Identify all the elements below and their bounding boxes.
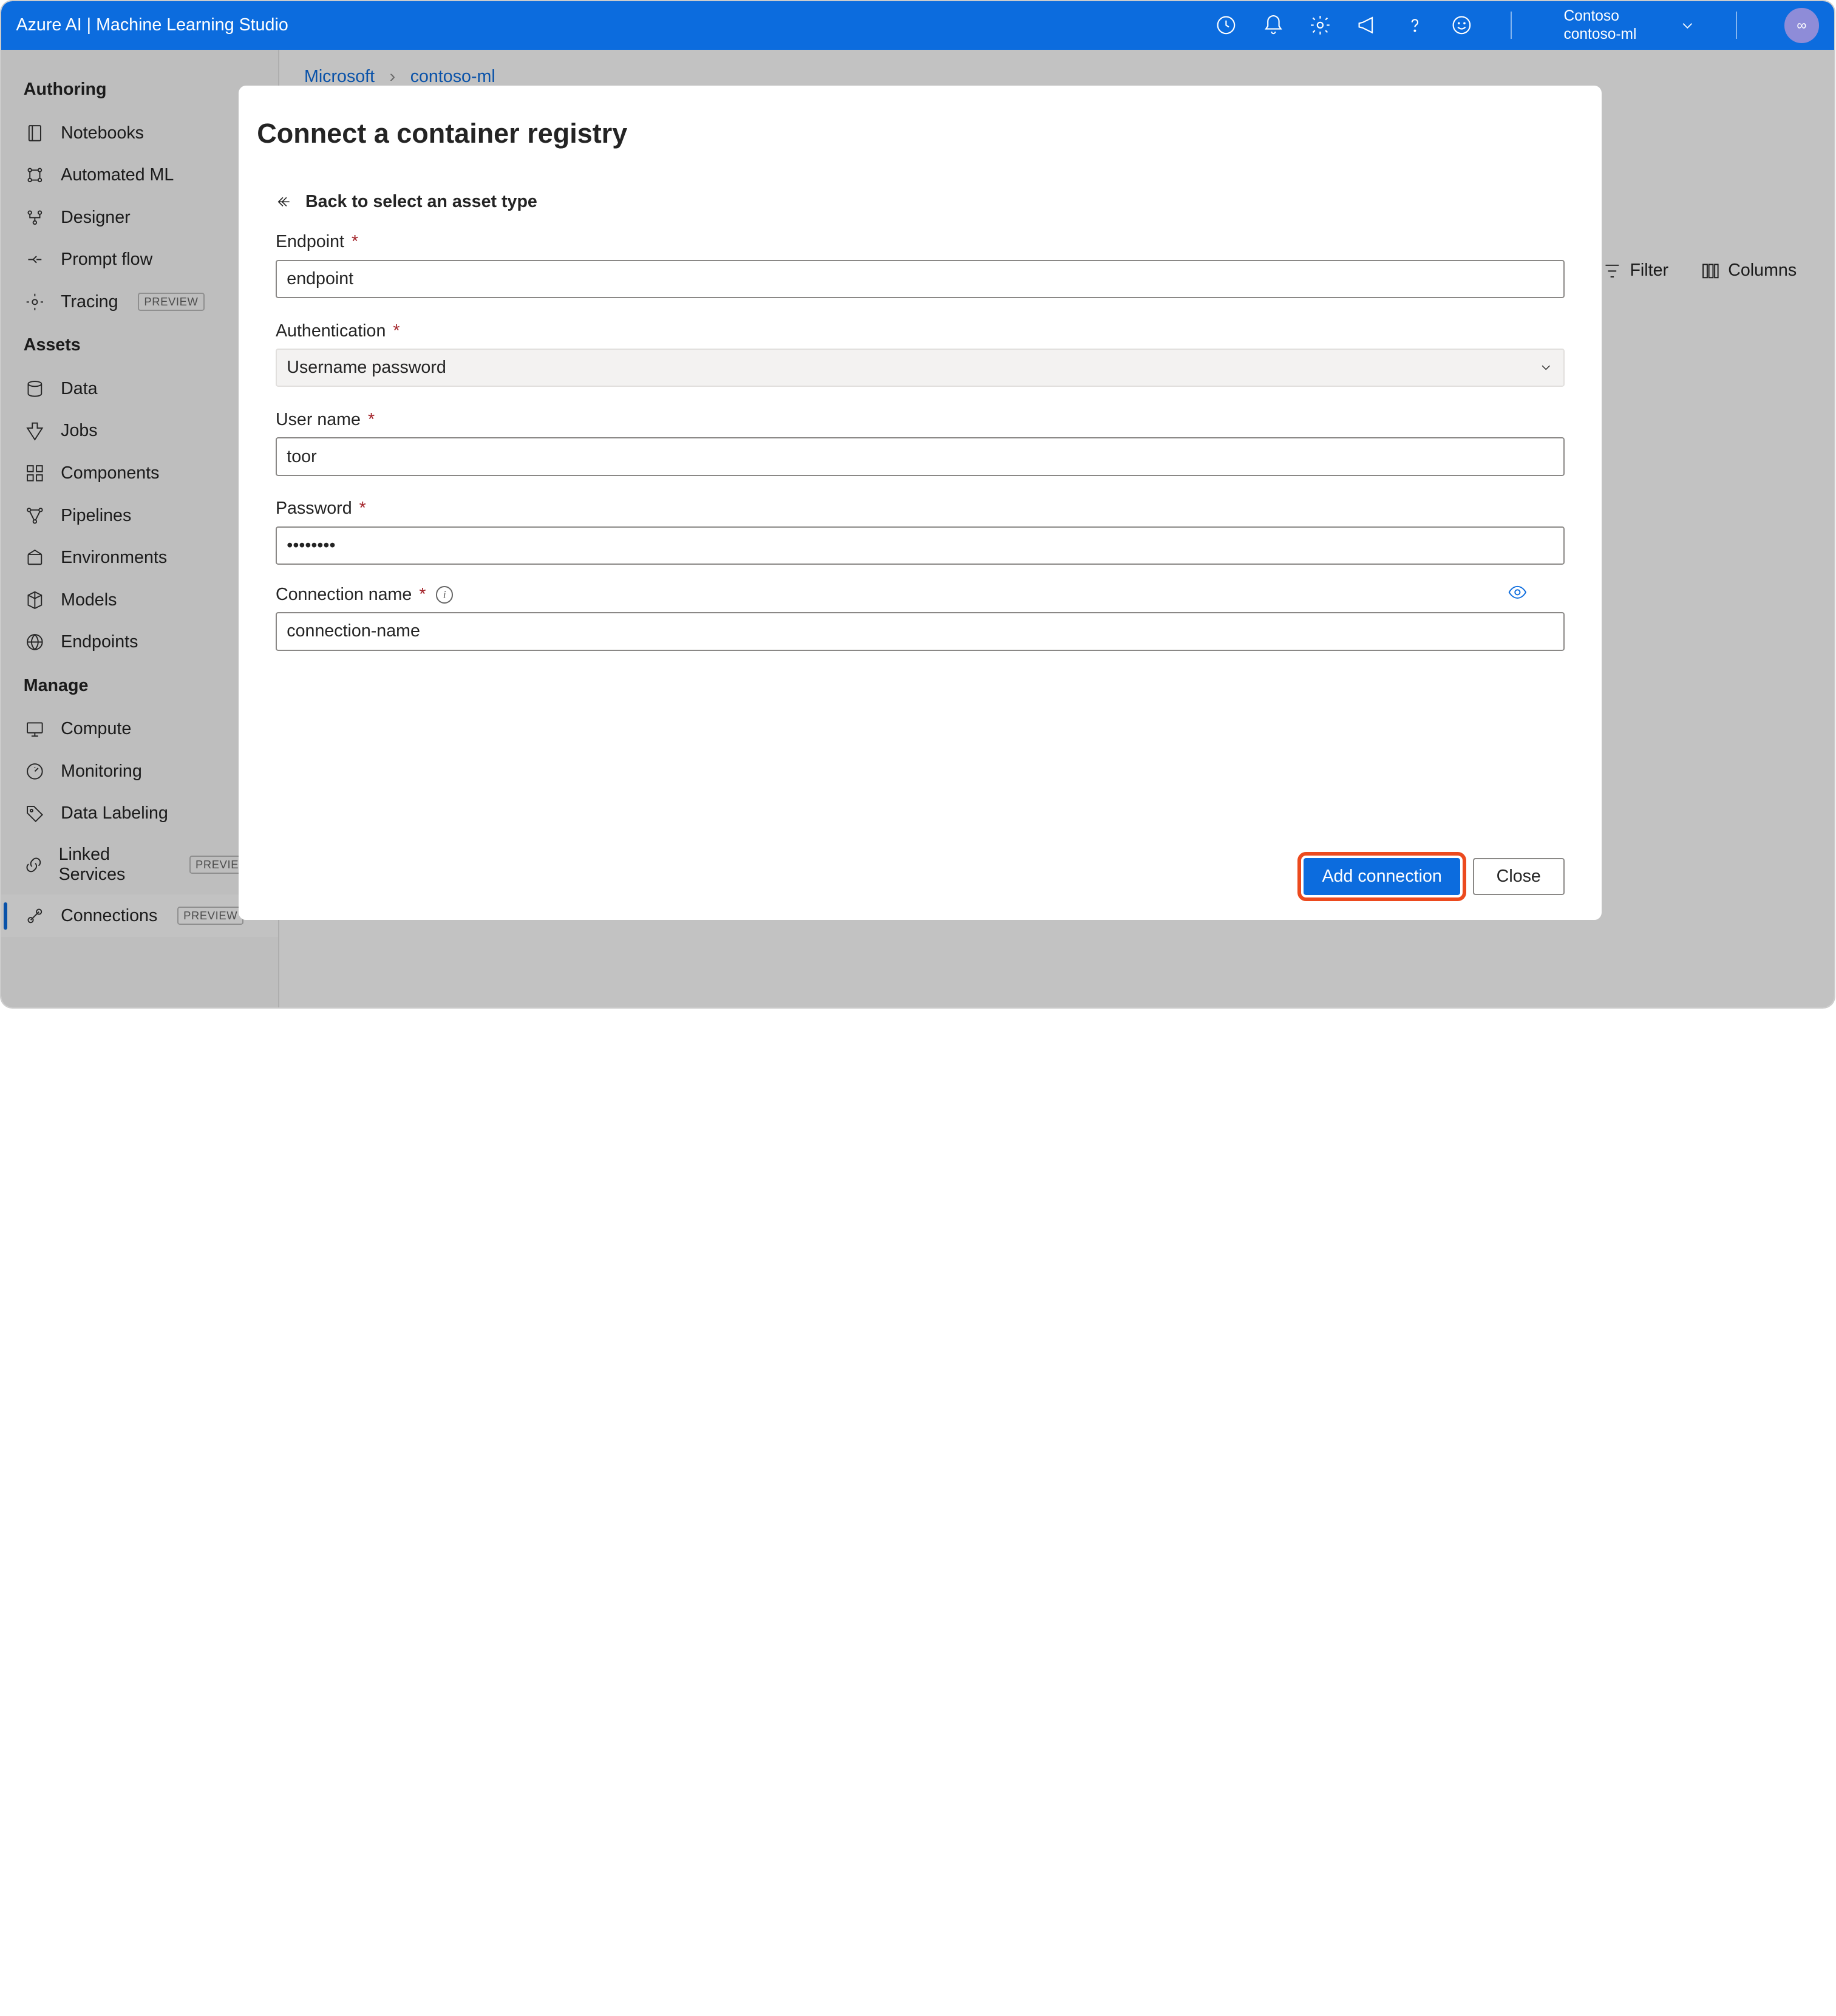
username-input[interactable] <box>276 437 1565 475</box>
close-button[interactable]: Close <box>1473 858 1565 896</box>
help-icon[interactable] <box>1404 14 1426 36</box>
connection-name-label: Connection name * <box>276 585 426 605</box>
endpoint-label: Endpoint * <box>276 232 358 251</box>
chevron-down-icon[interactable] <box>1676 14 1699 36</box>
workspace-name: contoso-ml <box>1563 26 1636 43</box>
username-label: User name * <box>276 410 375 429</box>
gear-icon[interactable] <box>1309 14 1331 36</box>
megaphone-icon[interactable] <box>1356 14 1379 36</box>
account-switcher[interactable]: Contoso contoso-ml <box>1563 7 1636 43</box>
dialog-connect-container-registry: Connect a container registry Back to sel… <box>239 86 1602 920</box>
info-icon[interactable]: i <box>436 586 454 604</box>
auth-value: Username password <box>287 358 446 378</box>
eye-icon[interactable] <box>1508 582 1528 607</box>
separator <box>1736 12 1737 39</box>
endpoint-input[interactable] <box>276 260 1565 298</box>
connection-name-input[interactable] <box>276 612 1565 650</box>
back-button[interactable]: Back to select an asset type <box>276 192 1565 212</box>
add-connection-button[interactable]: Add connection <box>1304 858 1461 896</box>
auth-label: Authentication * <box>276 321 400 341</box>
bell-icon[interactable] <box>1262 14 1285 36</box>
account-name: Contoso <box>1563 7 1619 25</box>
avatar[interactable]: ∞ <box>1784 8 1819 43</box>
separator <box>1511 12 1512 39</box>
chevron-down-icon <box>1538 360 1554 375</box>
smile-icon[interactable] <box>1450 14 1473 36</box>
auth-select[interactable]: Username password <box>276 349 1565 387</box>
dialog-title: Connect a container registry <box>257 118 1564 149</box>
password-label: Password * <box>276 499 366 518</box>
history-icon[interactable] <box>1215 14 1237 36</box>
password-input[interactable] <box>276 526 1565 565</box>
back-label: Back to select an asset type <box>305 192 537 212</box>
brand-title: Azure AI | Machine Learning Studio <box>16 15 1215 35</box>
